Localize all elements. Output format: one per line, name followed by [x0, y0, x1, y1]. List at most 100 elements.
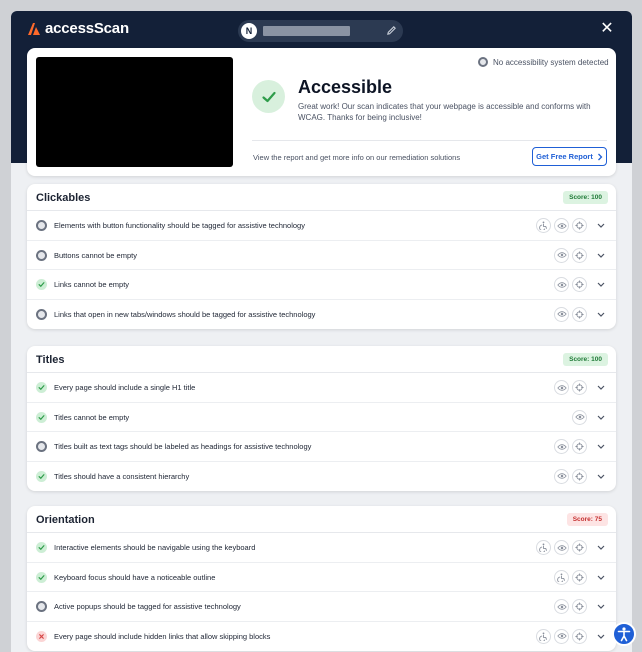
target-icon[interactable] — [572, 468, 587, 484]
check-label: Every page should include hidden links t… — [54, 631, 271, 641]
get-free-report-button[interactable]: Get Free Report — [532, 147, 607, 166]
target-icon[interactable] — [572, 380, 587, 395]
accessibility-person-icon — [617, 627, 631, 642]
close-icon[interactable]: ✕ — [599, 21, 615, 37]
wheelchair-icon[interactable] — [536, 540, 551, 555]
score-badge: Score: 75 — [566, 513, 608, 526]
target-icon[interactable] — [572, 306, 587, 322]
check-row[interactable]: Keyboard focus should have a noticeable … — [27, 563, 616, 592]
chevron-down-icon[interactable] — [593, 218, 608, 233]
target-icon[interactable] — [572, 218, 587, 233]
check-row[interactable]: Links that open in new tabs/windows shou… — [27, 300, 616, 330]
target-icon[interactable] — [572, 569, 587, 585]
check-row[interactable]: Titles should have a consistent hierarch… — [27, 462, 616, 492]
target-icon[interactable] — [572, 599, 587, 614]
check-status-icon — [36, 411, 47, 423]
section-title: Clickables — [36, 192, 91, 204]
check-label: Buttons cannot be empty — [54, 250, 137, 260]
check-label: Titles should have a consistent hierarch… — [54, 471, 190, 481]
checkmark-icon — [261, 91, 276, 102]
chevron-down-icon[interactable] — [593, 307, 608, 322]
check-status-icon — [36, 279, 47, 290]
brand: accessScan — [27, 20, 129, 37]
row-actions — [554, 468, 608, 484]
target-icon[interactable] — [572, 628, 587, 644]
accessibility-system-status: No accessibility system detected — [478, 57, 609, 67]
report-button-label: Get Free Report — [536, 152, 593, 161]
result-title: Accessible — [298, 77, 393, 97]
accessible-check-badge — [252, 80, 285, 113]
eye-icon[interactable] — [554, 218, 569, 233]
chevron-down-icon[interactable] — [593, 469, 608, 484]
pending-status-icon — [36, 249, 47, 261]
status-ring-icon — [478, 57, 488, 67]
chevron-down-icon[interactable] — [593, 629, 608, 644]
eye-icon[interactable] — [554, 599, 569, 614]
section-header: Clickables Score: 100 — [27, 184, 616, 211]
eye-icon[interactable] — [554, 247, 569, 263]
check-row[interactable]: Every page should include a single H1 ti… — [27, 373, 616, 403]
accessibility-widget-button[interactable] — [612, 622, 636, 646]
divider — [252, 140, 607, 141]
eye-icon[interactable] — [554, 306, 569, 322]
target-icon[interactable] — [572, 540, 587, 555]
top-bar: accessScan N redacted ✕ — [11, 11, 632, 47]
check-row[interactable]: Buttons cannot be empty — [27, 241, 616, 270]
eye-icon[interactable] — [554, 439, 569, 454]
pencil-icon[interactable] — [386, 25, 397, 36]
row-actions — [554, 306, 608, 322]
wheelchair-icon[interactable] — [536, 628, 551, 644]
check-label: Keyboard focus should have a noticeable … — [54, 572, 216, 582]
status-line-text: No accessibility system detected — [493, 57, 609, 67]
eye-icon[interactable] — [554, 540, 569, 555]
eye-icon[interactable] — [554, 277, 569, 292]
check-row[interactable]: Titles cannot be empty — [27, 403, 616, 432]
fail-status-icon — [36, 630, 47, 642]
row-actions — [554, 277, 608, 292]
site-avatar: N — [241, 23, 257, 39]
check-row[interactable]: Elements with button functionality shoul… — [27, 211, 616, 241]
check-label: Titles cannot be empty — [54, 412, 130, 422]
section-header: Titles Score: 100 — [27, 346, 616, 373]
check-row[interactable]: Every page should include hidden links t… — [27, 622, 616, 652]
chevron-down-icon[interactable] — [593, 410, 608, 425]
target-icon[interactable] — [572, 439, 587, 454]
result-description: Great work! Our scan indicates that your… — [298, 102, 591, 122]
summary-card: No accessibility system detected Accessi… — [27, 48, 616, 176]
eye-icon[interactable] — [554, 380, 569, 395]
score-badge: Score: 100 — [563, 353, 608, 366]
chevron-down-icon[interactable] — [593, 540, 608, 555]
chevron-down-icon[interactable] — [593, 439, 608, 454]
chevron-down-icon[interactable] — [593, 277, 608, 292]
eye-icon[interactable] — [554, 468, 569, 484]
score-badge: Score: 100 — [563, 191, 608, 204]
target-icon[interactable] — [572, 247, 587, 263]
check-status-icon — [36, 382, 47, 393]
row-actions — [554, 247, 608, 263]
wheelchair-icon[interactable] — [536, 218, 551, 233]
row-actions — [572, 409, 608, 425]
target-icon[interactable] — [572, 277, 587, 292]
eye-icon[interactable] — [554, 628, 569, 644]
chevron-down-icon[interactable] — [593, 570, 608, 585]
section-header: Orientation Score: 75 — [27, 506, 616, 533]
check-label: Links cannot be empty — [54, 280, 130, 289]
row-actions — [554, 599, 608, 614]
wheelchair-icon[interactable] — [554, 569, 569, 585]
pending-status-icon — [36, 441, 47, 452]
accessscan-logo-icon — [28, 22, 40, 35]
section-card-orientation: Orientation Score: 75 Interactive elements… — [27, 506, 616, 651]
chevron-down-icon[interactable] — [593, 380, 608, 395]
check-label: Titles built as text tags should be labe… — [54, 442, 312, 451]
check-row[interactable]: Interactive elements should be navigable… — [27, 533, 616, 563]
check-row[interactable]: Titles built as text tags should be labe… — [27, 432, 616, 462]
check-row[interactable]: Active popups should be tagged for assis… — [27, 592, 616, 622]
eye-icon[interactable] — [572, 409, 587, 425]
chevron-down-icon[interactable] — [593, 599, 608, 614]
check-status-icon — [36, 571, 47, 583]
row-actions — [536, 218, 608, 233]
chevron-down-icon[interactable] — [593, 248, 608, 263]
check-row[interactable]: Links cannot be empty — [27, 270, 616, 300]
check-label: Links that open in new tabs/windows shou… — [54, 309, 316, 319]
scanned-url-field[interactable]: N redacted — [238, 20, 403, 42]
